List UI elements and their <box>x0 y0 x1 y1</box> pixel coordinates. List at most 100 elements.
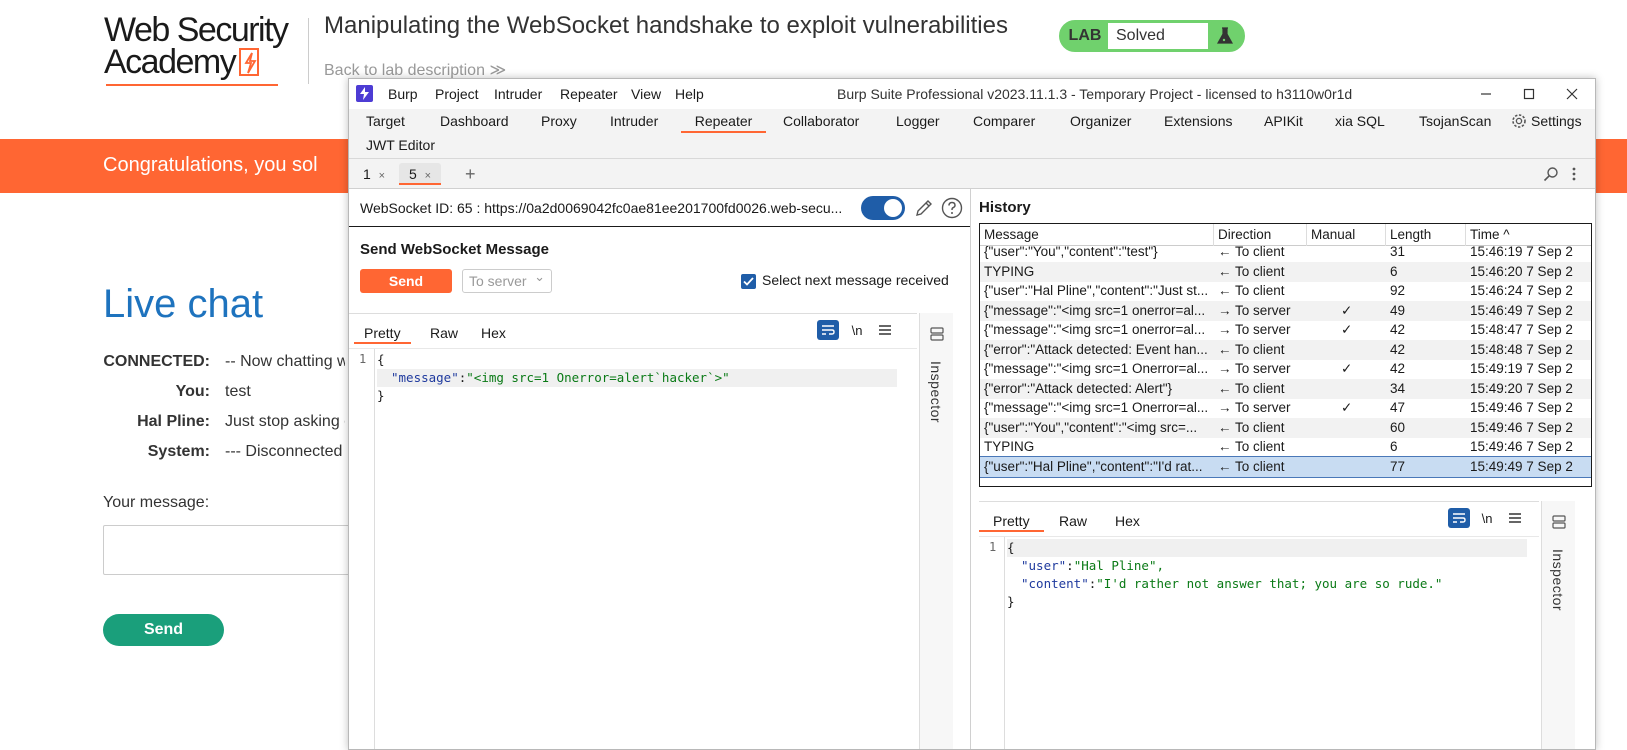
send-button[interactable]: Send <box>360 269 452 293</box>
response-tab-hex[interactable]: Hex <box>1115 510 1140 532</box>
chat-text: -- Now chatting w <box>225 353 345 370</box>
history-cell-length: 42 <box>1390 322 1406 337</box>
history-cell-length: 49 <box>1390 302 1406 318</box>
tab-extensions[interactable]: Extensions <box>1164 109 1232 133</box>
inspector-panel[interactable]: Inspector <box>919 313 953 749</box>
add-tab-icon[interactable]: + <box>455 163 486 185</box>
request-tab-pretty[interactable]: Pretty <box>354 322 411 344</box>
history-row[interactable]: {"user":"Hal Pline","content":"I'd rat..… <box>980 455 1591 478</box>
chat-label: You: <box>175 383 210 400</box>
history-row[interactable]: {"message":"<img src=1 Onerror=al... → To… <box>980 398 1591 418</box>
inspector-panel[interactable]: Inspector <box>1541 501 1575 749</box>
history-cell-length: 42 <box>1390 341 1406 357</box>
menu-project[interactable]: Project <box>435 79 479 109</box>
inspector-icon <box>1551 515 1567 532</box>
response-tab-raw[interactable]: Raw <box>1059 510 1087 532</box>
close-tab-icon[interactable]: × <box>425 170 431 182</box>
history-cell-message: {"user":"You","content":"test"} <box>984 244 1158 259</box>
close-icon[interactable] <box>1552 79 1592 109</box>
menu-intruder[interactable]: Intruder <box>494 79 542 109</box>
newline-toggle-icon[interactable]: \n <box>846 320 868 340</box>
wrap-lines-icon[interactable] <box>817 320 839 340</box>
code-line: } <box>1007 594 1015 609</box>
tab-proxy[interactable]: Proxy <box>541 109 577 133</box>
help-icon[interactable] <box>941 197 963 222</box>
intercept-toggle[interactable] <box>861 196 905 220</box>
history-cell-manual: ✓ <box>1341 322 1353 337</box>
history-cell-manual <box>1307 437 1386 457</box>
tab-settings[interactable]: Settings <box>1511 109 1582 133</box>
code-line: { <box>1007 539 1527 557</box>
tab-logger[interactable]: Logger <box>896 109 940 133</box>
menu-lines-icon[interactable] <box>1504 508 1526 528</box>
burp-window: Burp Project Intruder Repeater View Help… <box>348 78 1596 750</box>
direction-select[interactable]: To server ⌄ <box>462 269 552 293</box>
chevron-down-icon: ⌄ <box>534 269 545 284</box>
chat-text: Just stop asking c <box>225 413 345 430</box>
request-tab-hex[interactable]: Hex <box>481 322 506 344</box>
tab-target[interactable]: Target <box>366 109 405 133</box>
history-cell-time: 15:49:20 7 Sep 2 <box>1470 380 1573 396</box>
history-row[interactable]: {"user":"You","content":"test"} ← To clie… <box>980 242 1591 262</box>
repeater-tab-5[interactable]: 5 × <box>399 163 442 185</box>
code-line: "user":"Hal Pline", <box>1021 558 1164 573</box>
repeater-subtab-bar: 1 × 5 × + <box>349 159 1595 189</box>
response-tab-pretty[interactable]: Pretty <box>979 510 1044 532</box>
history-cell-time: 15:49:46 7 Sep 2 <box>1470 419 1573 435</box>
tab-comparer[interactable]: Comparer <box>973 109 1035 133</box>
select-next-checkbox[interactable] <box>741 274 756 289</box>
history-cell-time: 15:49:46 7 Sep 2 <box>1470 400 1573 415</box>
close-tab-icon[interactable]: × <box>379 170 385 182</box>
response-code[interactable]: 1 { "user":"Hal Pline", "content":"I'd r… <box>979 536 1539 749</box>
repeater-tab-1[interactable]: 1 × <box>353 163 395 185</box>
inspector-icon <box>929 327 945 344</box>
double-chevron-icon: ≫ <box>489 62 507 79</box>
send-message-pane: WebSocket ID: 65 : https://0a2d0069042fc… <box>349 189 971 749</box>
search-icon[interactable] <box>1543 166 1559 185</box>
history-row[interactable]: TYPING ← To client 6 15:46:20 7 Sep 2 <box>980 261 1591 282</box>
tab-jwt-editor[interactable]: JWT Editor <box>366 133 435 157</box>
history-cell-time: 15:46:20 7 Sep 2 <box>1470 263 1573 279</box>
tab-repeater[interactable]: Repeater <box>681 109 766 133</box>
tab-xia-sql[interactable]: xia SQL <box>1335 109 1385 133</box>
back-to-lab-link[interactable]: Back to lab description ≫ <box>324 60 506 80</box>
menu-lines-icon[interactable] <box>874 320 896 340</box>
tab-tsojanscan[interactable]: TsojanScan <box>1419 109 1491 133</box>
logo-underline <box>106 84 278 86</box>
wrap-lines-icon[interactable] <box>1448 508 1470 528</box>
history-row[interactable]: {"error":"Attack detected: Event han... ←… <box>980 339 1591 360</box>
menu-view[interactable]: View <box>631 79 661 109</box>
tab-apikit[interactable]: APIKit <box>1264 109 1303 133</box>
tab-intruder[interactable]: Intruder <box>610 109 658 133</box>
history-row[interactable]: {"user":"Hal Pline","content":"Just st..… <box>980 281 1591 301</box>
menu-repeater[interactable]: Repeater <box>560 79 618 109</box>
menu-help[interactable]: Help <box>675 79 704 109</box>
tab-collaborator[interactable]: Collaborator <box>783 109 859 133</box>
tab-organizer[interactable]: Organizer <box>1070 109 1131 133</box>
main-tab-bar: Target Dashboard Proxy Intruder Repeater… <box>349 109 1595 159</box>
history-pane: History Message Direction Manual Length … <box>975 189 1595 749</box>
history-row[interactable]: {"user":"You","content":"<img src=... ← T… <box>980 417 1591 438</box>
more-vertical-icon[interactable] <box>1571 166 1577 185</box>
tab-dashboard[interactable]: Dashboard <box>440 109 509 133</box>
web-security-academy-logo[interactable]: Web Security Academy <box>104 13 304 90</box>
minimize-icon[interactable] <box>1466 79 1506 109</box>
history-cell-direction: ← To client <box>1218 419 1285 435</box>
menu-burp[interactable]: Burp <box>388 79 418 109</box>
history-row[interactable]: {"error":"Attack detected: Alert"} ← To c… <box>980 378 1591 399</box>
history-cell-message: {"message":"<img src=1 Onerror=al... <box>984 361 1209 376</box>
request-code[interactable]: 1 { "message":"<img src=1 Onerror=alert`… <box>349 348 917 749</box>
history-row[interactable]: {"message":"<img src=1 Onerror=al... → To… <box>980 359 1591 379</box>
history-cell-time: 15:49:46 7 Sep 2 <box>1470 439 1573 454</box>
chat-send-button[interactable]: Send <box>103 614 224 646</box>
select-next-label: Select next message received <box>762 272 949 288</box>
logo-bolt-icon <box>239 48 260 76</box>
history-row[interactable]: {"message":"<img src=1 onerror=al... → To… <box>980 300 1591 321</box>
maximize-icon[interactable] <box>1509 79 1549 109</box>
pencil-icon[interactable] <box>914 198 934 221</box>
history-row[interactable]: {"message":"<img src=1 onerror=al... → To… <box>980 320 1591 340</box>
history-row[interactable]: TYPING ← To client 6 15:49:46 7 Sep 2 <box>980 437 1591 457</box>
newline-toggle-icon[interactable]: \n <box>1476 508 1498 528</box>
request-tab-raw[interactable]: Raw <box>430 322 458 344</box>
history-title: History <box>979 199 1031 216</box>
